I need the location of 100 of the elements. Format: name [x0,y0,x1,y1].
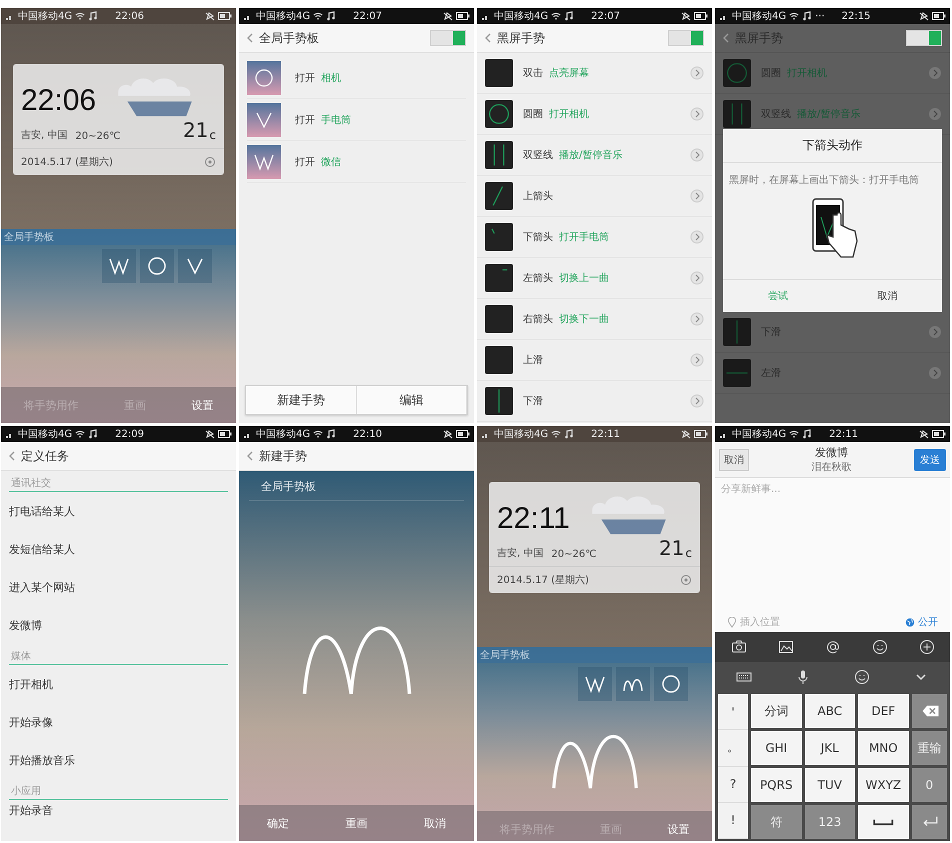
bottom-bar-button[interactable]: 设置 [183,394,222,416]
temperature: 21 [658,536,684,560]
toggle-switch[interactable] [430,30,466,46]
mute-icon [681,11,691,21]
at-sign-icon[interactable] [824,639,840,655]
backspace-key[interactable] [912,694,947,728]
keyboard-key[interactable]: WXYZ [858,768,909,802]
keyboard-key[interactable]: MNO [858,731,909,765]
footer-button[interactable]: 编辑 [356,386,467,414]
image-icon[interactable] [778,639,794,655]
gesture-tile[interactable] [616,667,650,701]
enter-key[interactable] [912,805,947,839]
gesture-name: 双击 [523,66,543,80]
music-note-icon [326,11,336,21]
action-verb: 打开 [295,72,315,84]
toggle-switch[interactable] [668,30,704,46]
wifi-icon [313,429,324,439]
task-item[interactable]: 开始录音 [9,800,228,820]
action-target: 手电筒 [321,114,351,126]
send-button[interactable]: 发送 [914,448,946,470]
toggle-switch[interactable] [906,30,942,46]
keyboard-key[interactable]: GHI [751,731,802,765]
chevron-icon[interactable] [690,353,704,367]
chevron-icon[interactable] [690,312,704,326]
carrier-name: 中国移动4G [494,428,548,441]
post-input-field[interactable]: 分享新鲜事... [715,478,950,612]
status-time: 22:11 [829,428,858,440]
gesture-thumbnail [723,59,751,87]
keyboard-key[interactable]: 分词 [751,694,802,728]
gesture-tile[interactable] [140,249,174,283]
chevron-icon[interactable] [690,394,704,408]
battery-icon [694,429,708,439]
cancel-button[interactable]: 取消 [719,448,749,470]
bottom-bar-button[interactable]: 重画 [337,812,376,834]
plus-icon[interactable] [918,639,934,655]
mute-icon [919,11,929,21]
refresh-icon[interactable] [204,156,216,168]
battery-icon [932,11,946,21]
gesture-tile[interactable] [247,102,281,136]
chevron-icon[interactable] [928,325,942,339]
keyboard-key[interactable]: PQRS [751,768,802,802]
task-item[interactable]: 打开相机 [9,665,228,703]
chevron-icon[interactable] [928,107,942,121]
mute-icon [443,11,453,21]
chevron-icon[interactable] [928,366,942,380]
gesture-action: 打开手电筒 [559,230,609,244]
gesture-thumbnail [485,387,513,415]
chevron-icon[interactable] [690,66,704,80]
smiley-icon[interactable] [872,639,888,655]
back-icon[interactable] [247,451,253,461]
gesture-tile[interactable] [578,667,612,701]
temperature-range: 20~26℃ [75,131,120,142]
clock-time: 22:11 [497,502,570,536]
bottom-bar-button[interactable]: 取消 [416,812,454,834]
task-item[interactable]: 开始录像 [9,703,228,741]
chevron-icon[interactable] [690,107,704,121]
task-item[interactable]: 发短信给某人 [9,530,228,568]
keyboard-key[interactable]: JKL [804,731,856,765]
refresh-icon[interactable] [680,574,692,586]
symbol-key[interactable]: ! [718,802,748,839]
music-note-icon [564,11,574,21]
cancel-button[interactable]: 取消 [832,280,942,312]
back-icon[interactable] [9,451,15,461]
camera-icon[interactable] [730,639,746,655]
temperature: 21 [182,118,208,142]
bottom-bar-button[interactable]: 确定 [259,812,298,834]
back-icon[interactable] [247,33,253,43]
battery-icon [932,429,946,439]
task-item[interactable]: 进入某个网站 [9,568,228,606]
gesture-tile[interactable] [178,249,212,283]
action-target: 微信 [321,156,341,168]
symbol-key[interactable]: ? [718,766,748,803]
wifi-icon [75,429,86,439]
location-text: 吉安, 中国 [21,128,68,142]
symbol-key[interactable]: 。 [718,730,748,766]
gesture-tile[interactable] [247,144,281,178]
gesture-tile[interactable] [102,249,136,283]
bottom-bar-button[interactable]: 设置 [659,818,698,840]
gesture-tile[interactable] [247,60,281,94]
back-icon[interactable] [485,33,491,43]
task-item[interactable]: 发微博 [9,606,228,644]
chevron-icon[interactable] [928,66,942,80]
task-item[interactable]: 开始播放音乐 [9,741,228,779]
task-item[interactable]: 打电话给某人 [9,492,228,530]
chevron-icon[interactable] [690,189,704,203]
keyboard-key[interactable]: ABC [804,694,856,728]
chevron-icon[interactable] [690,230,704,244]
carrier-name: 中国移动4G [18,428,72,441]
smiley-icon[interactable] [854,669,870,685]
back-icon[interactable] [723,33,729,43]
keyboard-key[interactable]: TUV [804,768,856,802]
symbol-key[interactable]: ' [718,694,748,730]
gesture-action: 打开相机 [787,66,827,80]
visibility-button[interactable]: 公开 [899,614,944,630]
chevron-icon[interactable] [690,271,704,285]
keyboard-key[interactable]: DEF [858,694,909,728]
gesture-tile[interactable] [654,667,688,701]
footer-button[interactable]: 新建手势 [246,386,356,414]
space-key[interactable] [858,805,909,839]
chevron-icon[interactable] [690,148,704,162]
